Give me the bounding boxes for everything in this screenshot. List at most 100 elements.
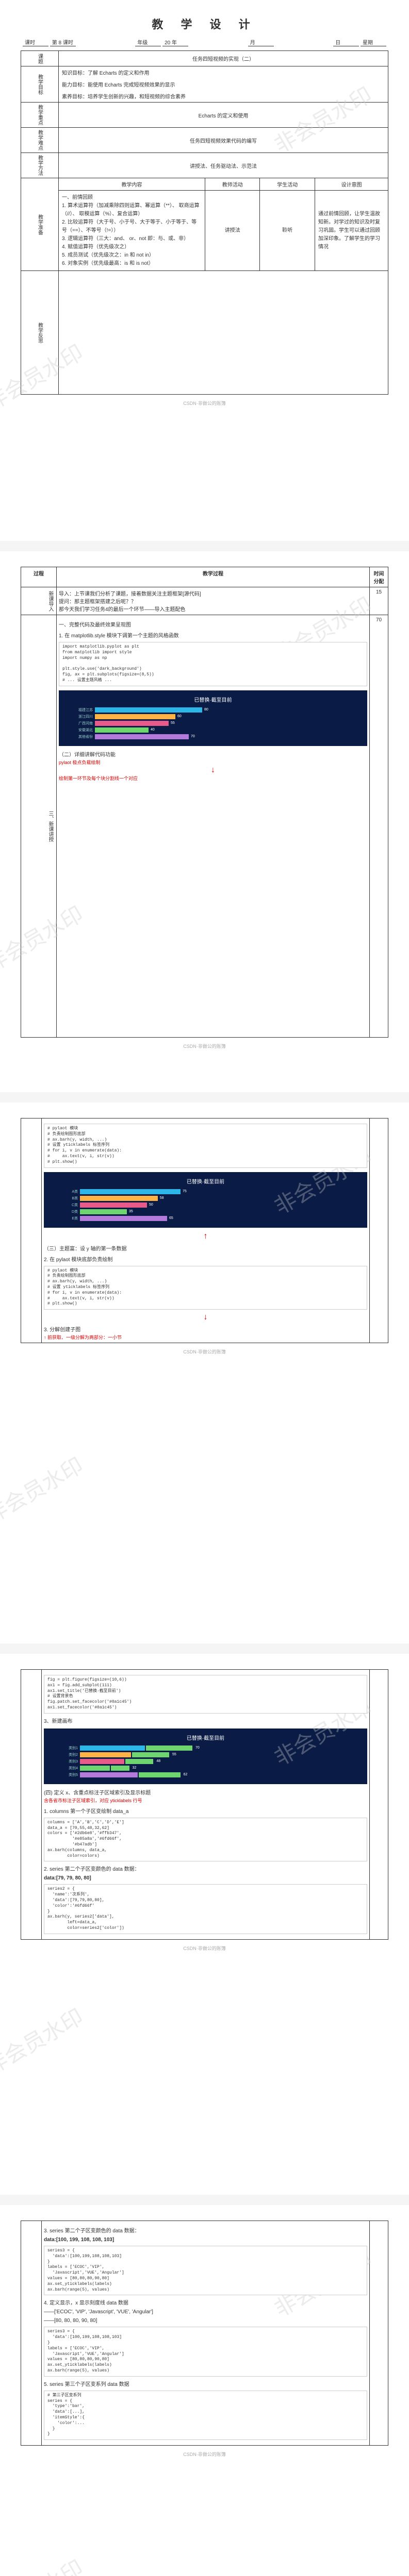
chart-0: 已替换·截至目前 福建江苏80浙江四川60广西河南55安徽湖北40其他省份70 bbox=[59, 690, 367, 746]
reflect-empty bbox=[59, 271, 388, 395]
s4-2: 2. series 第二个子区变颜色的 data 数据： bbox=[44, 1865, 367, 1872]
row1-intent: 通过前情回顾，让学生温故知新。对学过的知识及时复习巩固。学生可以通过回顾加深印象… bbox=[315, 191, 388, 271]
step-col-5 bbox=[21, 2221, 42, 2446]
method: 讲授法、任务驱动法、示范法 bbox=[59, 153, 388, 178]
method-label: 教学方法 bbox=[21, 153, 59, 178]
header-row: 课时 第 8 课时 年级 20 年 月 日 星期 bbox=[21, 38, 388, 46]
s5-2d: ——['ECOC', 'VIP', 'Javascript', 'VUE', '… bbox=[44, 2309, 367, 2315]
time-col-3 bbox=[370, 1118, 388, 1343]
year-label: 年级 bbox=[135, 38, 161, 46]
day-label: 日 bbox=[333, 38, 359, 46]
arrow-down: ↓ bbox=[59, 766, 367, 775]
col-intent: 设计意图 bbox=[315, 178, 388, 191]
proc-table: 过程 教学过程 时间分配 新课导入 导入：上节课我们分析了课题，接着数据关注主题… bbox=[21, 567, 388, 1038]
course-label: 课时 bbox=[23, 38, 48, 46]
main-time: 70 bbox=[370, 615, 388, 1038]
code-1: import matplotlib.pyplot as plt from mat… bbox=[59, 642, 367, 686]
s4-note: 含各省市标注子区域索引，对应 yticklabels 行号 bbox=[44, 1797, 367, 1804]
s3: 3、新建画布 bbox=[44, 1717, 367, 1724]
year-val: 20 年 bbox=[162, 38, 188, 46]
footer: CSDN·非做公的账簿 bbox=[21, 2451, 388, 2458]
chart-2-title: 已替换·截至目前 bbox=[49, 1734, 362, 1741]
course-val: 第 8 课时 bbox=[50, 38, 76, 46]
col-student: 学生活动 bbox=[260, 178, 315, 191]
th-time: 时间分配 bbox=[370, 567, 388, 587]
s1-3: （二）详细讲解代码功能 bbox=[59, 750, 367, 758]
footer: CSDN·非做公的账簿 bbox=[21, 1945, 388, 1952]
s4-2d: data:[79, 79, 80, 80] bbox=[44, 1875, 367, 1881]
s5-3: 5. series 第三个子区变系列 data 数据 bbox=[44, 2380, 367, 2387]
proc-table-5: 3. series 第二个子区变颜色的 data 数据： data:[100, … bbox=[21, 2221, 388, 2446]
step-main: 三、新课讲授 bbox=[21, 615, 57, 1038]
code-3a: fig = plt.figure(figsize=(10,6)) ax1 = f… bbox=[44, 1675, 367, 1714]
doc-title: 教 学 设 计 bbox=[21, 15, 388, 32]
col-content: 教学内容 bbox=[59, 178, 205, 191]
s1-4: pylaot 极点负载绘制 bbox=[59, 759, 367, 766]
key-label: 教学重点 bbox=[21, 103, 59, 128]
goal-2: 能力目标：能使用 Echarts 完成短视频效果的显示 bbox=[59, 78, 388, 90]
proc-table-4: fig = plt.figure(figsize=(10,6)) ax1 = f… bbox=[21, 1669, 388, 1940]
chart-1-title: 已替换·截至目前 bbox=[49, 1177, 362, 1185]
s1-5: 2. 在 pylaot 模块底部负责绘制 bbox=[44, 1255, 367, 1263]
code-2: # pylaot 模块 # 负责绘制图形底部 # ax.barh(y, widt… bbox=[44, 1266, 367, 1310]
time-col-5 bbox=[370, 2221, 388, 2446]
intro-time: 15 bbox=[370, 587, 388, 615]
content-4: fig = plt.figure(figsize=(10,6)) ax1 = f… bbox=[42, 1670, 370, 1940]
footer: CSDN·非做公的账簿 bbox=[21, 1348, 388, 1355]
content-label: 教学准备 bbox=[21, 178, 59, 271]
chart-1: 已替换·截至目前 A类75B类58C类50D类35E类65 bbox=[44, 1172, 367, 1228]
s5-2: 4. 定义显示，x 显示刻度线 data 数据 bbox=[44, 2298, 367, 2306]
content-5: 3. series 第二个子区变颜色的 data 数据： data:[100, … bbox=[42, 2221, 370, 2446]
topic-label: 课题 bbox=[21, 51, 59, 66]
s1-6: 3. 分解创建子图 bbox=[44, 1325, 367, 1333]
code-7: # 第三子区变系列 series = { 'type':'bar', 'data… bbox=[44, 2391, 367, 2440]
month-val: 月 bbox=[248, 38, 274, 46]
th-content: 教学过程 bbox=[57, 567, 370, 587]
page-4: 非会员水印 非会员水印 fig = plt.figure(figsize=(10… bbox=[0, 1654, 409, 2195]
topic: 任务四短视频的实现（二） bbox=[59, 51, 388, 66]
note-chart: 绘制第一环节及每个块分割线一个对应 bbox=[59, 775, 367, 782]
arrow-up: ↑ bbox=[44, 1232, 367, 1241]
content-3: # pylaot 模块 # 负责绘制图形底部 # ax.barh(y, widt… bbox=[42, 1118, 370, 1343]
row1-content: 一、前情回顾 1. 算术运算符（加减乘除四则运算、幂运算（**）、 取商运算（/… bbox=[59, 191, 205, 271]
s1-1: 一、完整代码及最终效果呈现图 bbox=[59, 620, 367, 628]
page-5: 非会员水印 非会员水印 3. series 第二个子区变颜色的 data 数据：… bbox=[0, 2205, 409, 2576]
goal-1: 知识目标：了解 Echarts 的定义和作用 bbox=[59, 66, 388, 79]
s5-2e: ——[80, 80, 80, 90, 80] bbox=[44, 2318, 367, 2324]
code-4: columns = ['A','B','C','D','E'] data_a =… bbox=[44, 1818, 367, 1862]
main-content: 一、完整代码及最终效果呈现图 1. 在 matplotlib.style 模块下… bbox=[57, 615, 370, 1038]
s4-1: 1. columns 第一个子区变绘制 data_a bbox=[44, 1807, 367, 1815]
watermark: 非会员水印 bbox=[0, 1449, 88, 1530]
chart-2: 已替换·截至目前 类别170类别255类别348类别432类别562 bbox=[44, 1728, 367, 1784]
footer: CSDN·非做公的账簿 bbox=[21, 400, 388, 406]
proc-table-3: # pylaot 模块 # 负责绘制图形底部 # ax.barh(y, widt… bbox=[21, 1118, 388, 1343]
row1-student: 聆听 bbox=[260, 191, 315, 271]
goal-label: 教学目标 bbox=[21, 66, 59, 103]
code-6: series3 = { 'data':[100,199,108,108,103]… bbox=[44, 2327, 367, 2376]
note-sub: ↑ 前获取、一级分解为两部分：一小节 bbox=[44, 1334, 367, 1341]
s3a: （三）主题富：设 y 轴的第一条数据 bbox=[44, 1244, 367, 1252]
code-5: series2 = { 'name':'次系列', 'data':[79,79,… bbox=[44, 1884, 367, 1934]
key: Echarts 的定义和使用 bbox=[59, 103, 388, 128]
page-2: 非会员水印 非会员水印 过程 教学过程 时间分配 新课导入 导入：上节课我们分析… bbox=[0, 551, 409, 1092]
s5-1d: data:[100, 199, 108, 108, 103] bbox=[44, 2237, 367, 2243]
footer: CSDN·非做公的账簿 bbox=[21, 1043, 388, 1049]
diff: 任务四短视频效果代码的编写 bbox=[59, 128, 388, 153]
watermark: 非会员水印 bbox=[0, 2551, 88, 2576]
time-col-4 bbox=[370, 1670, 388, 1940]
reflect-label: 教学反思 bbox=[21, 271, 59, 395]
s4: (四) 定义 x、含重点标注子区域索引及显示标题 bbox=[44, 1788, 367, 1796]
watermark: 非会员水印 bbox=[0, 2000, 88, 2081]
step-col bbox=[21, 1118, 42, 1343]
s5-1: 3. series 第二个子区变颜色的 data 数据： bbox=[44, 2226, 367, 2234]
chart-0-title: 已替换·截至目前 bbox=[64, 696, 362, 703]
page-1: 非会员水印 非会员水印 教 学 设 计 课时 第 8 课时 年级 20 年 月 … bbox=[0, 0, 409, 541]
code-2a: # pylaot 模块 # 负责绘制图形底部 # ax.barh(y, widt… bbox=[44, 1124, 367, 1168]
arrow-down-2: ↓ bbox=[44, 1313, 367, 1322]
row1-teacher: 讲授法 bbox=[205, 191, 260, 271]
step-col-4 bbox=[21, 1670, 42, 1940]
col-teacher: 教师活动 bbox=[205, 178, 260, 191]
code-6a: series3 = { 'data':[100,199,108,108,103]… bbox=[44, 2246, 367, 2295]
s1-2: 1. 在 matplotlib.style 模块下调第一个主题的风格函数 bbox=[59, 631, 367, 639]
goal-3: 素养目标：培养学生创新的兴趣，和短视频的综合素养 bbox=[59, 90, 388, 103]
